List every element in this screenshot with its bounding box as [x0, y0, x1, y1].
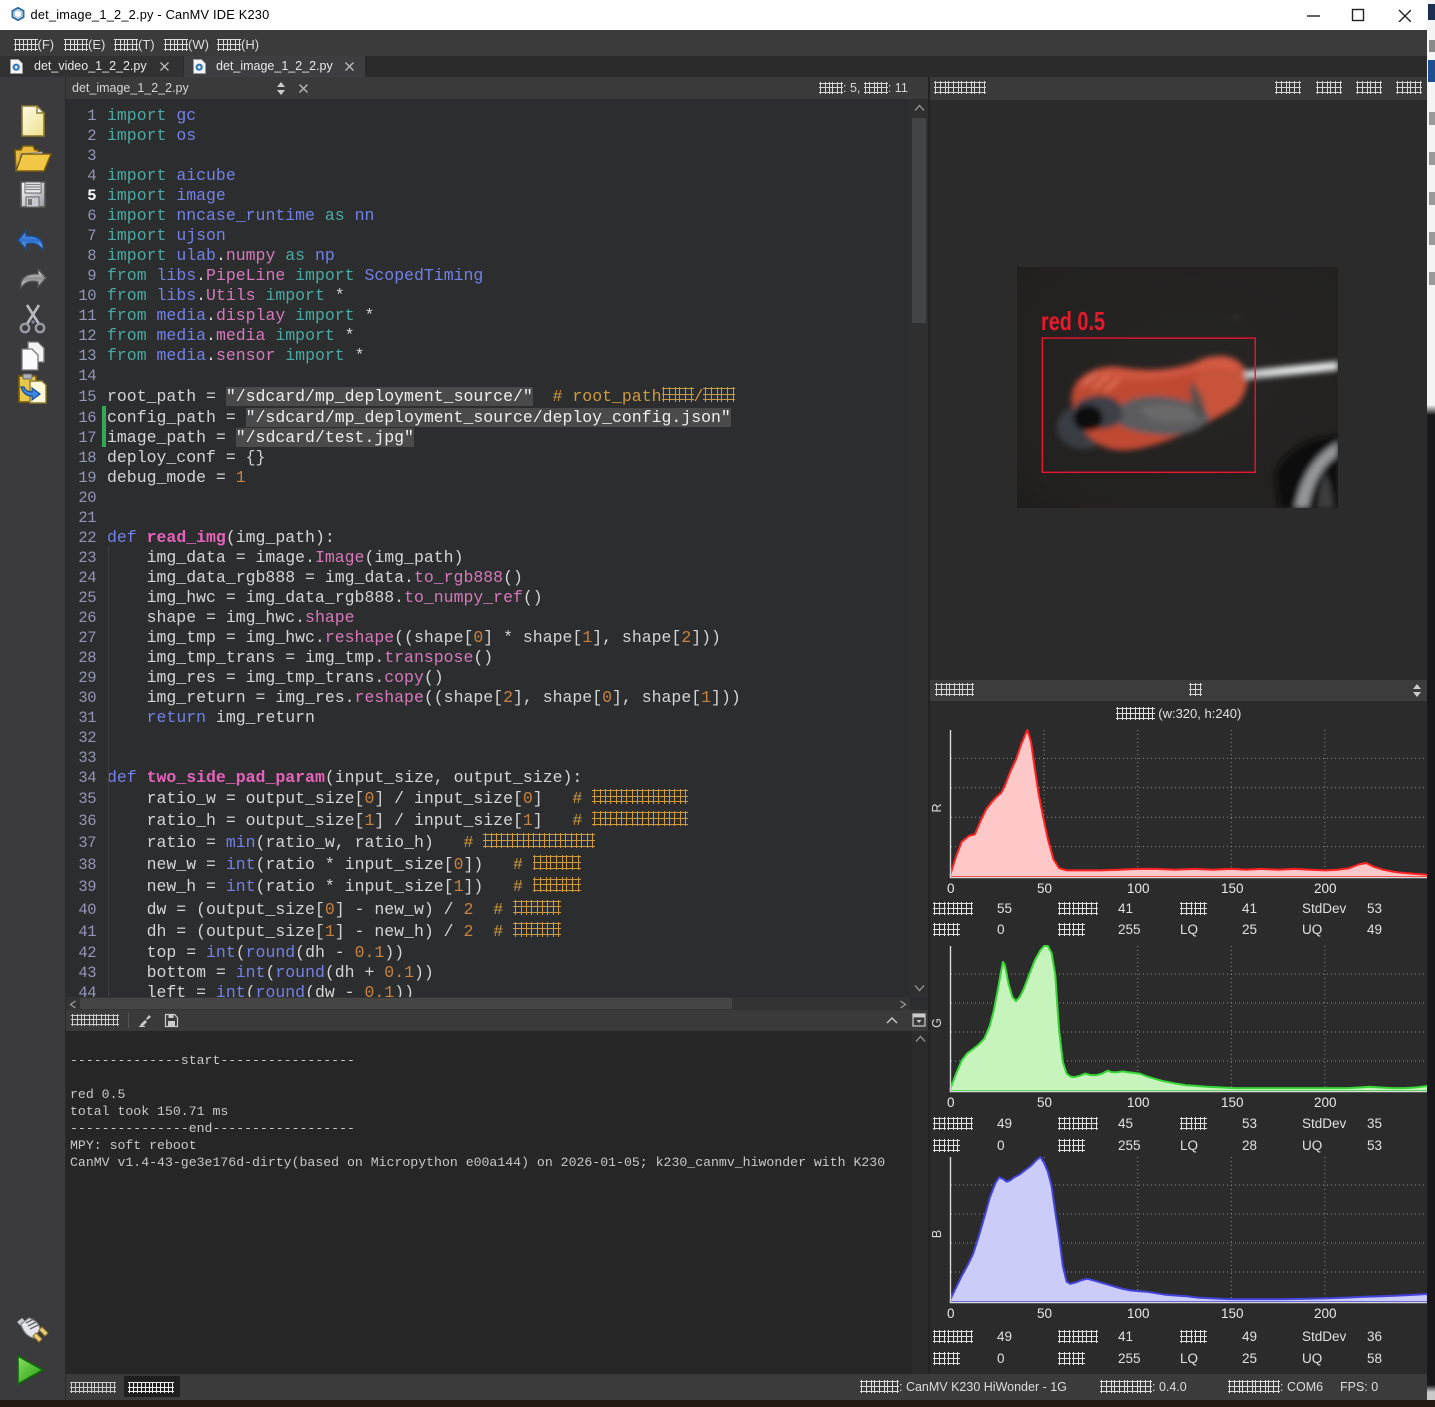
svg-text:50: 50: [1037, 1095, 1052, 1110]
svg-text:200: 200: [1314, 1095, 1337, 1110]
svg-text:50: 50: [1037, 881, 1052, 896]
svg-text:0: 0: [947, 1306, 955, 1321]
svg-text:0: 0: [947, 1095, 955, 1110]
svg-text:100: 100: [1127, 1306, 1150, 1321]
svg-text:red 0.5: red 0.5: [1041, 306, 1105, 336]
svg-text:100: 100: [1127, 1095, 1150, 1110]
svg-text:G: G: [930, 1018, 944, 1028]
svg-text:0: 0: [947, 881, 955, 896]
svg-text:200: 200: [1314, 881, 1337, 896]
svg-text:B: B: [930, 1230, 944, 1238]
svg-text:100: 100: [1127, 881, 1150, 896]
svg-text:50: 50: [1037, 1306, 1052, 1321]
svg-text:200: 200: [1314, 1306, 1337, 1321]
svg-text:150: 150: [1221, 1306, 1244, 1321]
svg-text:150: 150: [1221, 1095, 1244, 1110]
svg-text:150: 150: [1221, 881, 1244, 896]
svg-text:R: R: [930, 803, 944, 812]
